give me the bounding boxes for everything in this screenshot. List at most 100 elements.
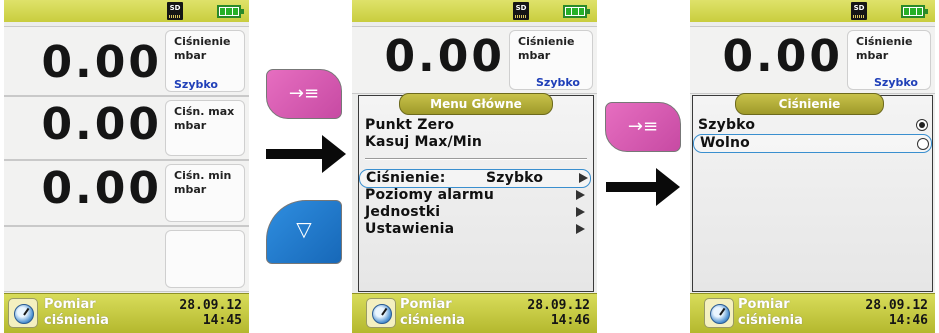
option-label: Szybko [698, 117, 756, 133]
menu-softkey[interactable]: →≡ [605, 102, 681, 152]
submenu-arrow-icon [576, 190, 585, 200]
pressure-value: 0.00 [384, 31, 505, 82]
pressure-min-row: 0.00 Ciśn. min mbar [4, 160, 249, 226]
flow-arrow-1 [266, 135, 346, 173]
footer-title: Pomiar ciśnienia [44, 297, 134, 329]
menu-item-label: Ciśnienie: [366, 170, 446, 186]
footer-date: 28.09.12 [179, 298, 242, 313]
submenu-arrow-icon [576, 224, 585, 234]
status-bar: SD [4, 0, 249, 22]
down-softkey[interactable]: ▽ [266, 200, 342, 264]
footer-title-line2: ciśnienia [738, 313, 803, 328]
menu-item-label: Kasuj Max/Min [365, 134, 483, 150]
pressure-max-row: 0.00 Ciśn. max mbar [4, 96, 249, 160]
battery-full-icon [901, 5, 928, 18]
menu-item-label: Poziomy alarmu [365, 187, 494, 203]
footer-date: 28.09.12 [865, 298, 928, 313]
pressure-min-label-box: Ciśn. min mbar [165, 164, 245, 222]
device-screen-main-menu: SD 0.00 Ciśnienie mbar Szybko Menu Główn… [352, 0, 597, 333]
menu-item-reset-max-min[interactable]: Kasuj Max/Min [365, 134, 585, 151]
pressure-label-box: Ciśnienie mbar Szybko [509, 30, 593, 90]
status-bar: SD [352, 0, 597, 22]
menu-list-icon: →≡ [288, 83, 320, 104]
submenu-arrow-icon [579, 173, 588, 183]
sd-card-icon: SD [167, 2, 183, 20]
menu-separator [365, 158, 587, 160]
battery-full-icon [217, 5, 244, 18]
pressure-max-label-box: Ciśn. max mbar [165, 100, 245, 156]
pressure-min-value: 0.00 [41, 163, 162, 214]
menu-item-pressure[interactable]: Ciśnienie: Szybko [359, 169, 591, 188]
menu-title: Menu Główne [399, 93, 553, 115]
menu-item-settings[interactable]: Ustawienia [365, 221, 585, 238]
pressure-max-value: 0.00 [41, 99, 162, 150]
menu-softkey[interactable]: →≡ [266, 69, 342, 119]
pressure-gauge-icon [704, 298, 734, 328]
footer-bar: Pomiar ciśnienia 28.09.12 14:46 [690, 293, 935, 333]
status-bar: SD [690, 0, 935, 22]
battery-full-icon [563, 5, 590, 18]
sd-card-icon: SD [513, 2, 529, 20]
menu-item-label: Jednostki [365, 204, 441, 220]
footer-date: 28.09.12 [527, 298, 590, 313]
pressure-min-label: Ciśn. min [174, 169, 232, 182]
submenu-arrow-icon [576, 207, 585, 217]
footer-title-line1: Pomiar [400, 297, 452, 312]
pressure-unit: mbar [174, 49, 207, 62]
menu-item-value: Szybko [486, 170, 544, 186]
option-fast[interactable]: Szybko [698, 117, 930, 134]
menu-item-label: Punkt Zero [365, 117, 455, 133]
menu-item-units[interactable]: Jednostki [365, 204, 585, 221]
empty-row [4, 226, 249, 292]
pressure-max-label: Ciśn. max [174, 105, 235, 118]
pressure-mode: Szybko [174, 78, 218, 91]
pressure-mode: Szybko [874, 76, 918, 89]
pressure-row: 0.00 Ciśnienie mbar Szybko [4, 26, 249, 96]
footer-title: Pomiar ciśnienia [738, 297, 828, 329]
pressure-label: Ciśnienie [518, 35, 575, 48]
pressure-row: 0.00 Ciśnienie mbar Szybko [690, 26, 935, 94]
menu-title: Ciśnienie [735, 93, 884, 115]
pressure-unit: mbar [518, 49, 551, 62]
sd-label: SD [169, 4, 181, 12]
footer-time: 14:45 [202, 313, 242, 328]
pressure-min-unit: mbar [174, 183, 207, 196]
sd-card-icon: SD [851, 2, 867, 20]
footer-bar: Pomiar ciśnienia 28.09.12 14:45 [4, 293, 249, 333]
pressure-value: 0.00 [41, 37, 162, 88]
footer-bar: Pomiar ciśnienia 28.09.12 14:46 [352, 293, 597, 333]
pressure-row: 0.00 Ciśnienie mbar Szybko [352, 26, 597, 94]
flow-arrow-2 [606, 168, 680, 206]
pressure-label: Ciśnienie [856, 35, 913, 48]
pressure-mode: Szybko [536, 76, 580, 89]
pressure-max-unit: mbar [174, 119, 207, 132]
radio-checked-icon[interactable] [916, 119, 928, 131]
menu-item-label: Ustawienia [365, 221, 455, 237]
pressure-unit: mbar [856, 49, 889, 62]
footer-title-line1: Pomiar [738, 297, 790, 312]
footer-time: 14:46 [550, 313, 590, 328]
menu-item-alarm-levels[interactable]: Poziomy alarmu [365, 187, 585, 204]
device-screen-measurement: SD 0.00 Ciśnienie mbar Szybko 0.00 Ciśn.… [4, 0, 249, 333]
sd-label: SD [853, 4, 865, 12]
pressure-label: Ciśnienie [174, 35, 231, 48]
footer-title-line2: ciśnienia [400, 313, 465, 328]
instruction-diagram: SD 0.00 Ciśnienie mbar Szybko 0.00 Ciśn.… [0, 0, 939, 333]
radio-unchecked-icon[interactable] [917, 138, 929, 150]
menu-item-zero-point[interactable]: Punkt Zero [365, 117, 585, 134]
device-screen-pressure-submenu: SD 0.00 Ciśnienie mbar Szybko Ciśnienie … [690, 0, 935, 333]
option-slow[interactable]: Wolno [693, 134, 932, 153]
down-triangle-icon: ▽ [296, 217, 312, 241]
footer-title-line2: ciśnienia [44, 313, 109, 328]
empty-label-box [165, 230, 245, 288]
sd-label: SD [515, 4, 527, 12]
pressure-label-box: Ciśnienie mbar Szybko [847, 30, 931, 90]
footer-time: 14:46 [888, 313, 928, 328]
pressure-mode-panel: Ciśnienie Szybko Wolno [692, 93, 933, 292]
footer-title: Pomiar ciśnienia [400, 297, 490, 329]
pressure-value: 0.00 [722, 31, 843, 82]
footer-title-line1: Pomiar [44, 297, 96, 312]
pressure-gauge-icon [366, 298, 396, 328]
pressure-gauge-icon [8, 298, 38, 328]
pressure-label-box: Ciśnienie mbar Szybko [165, 30, 245, 92]
